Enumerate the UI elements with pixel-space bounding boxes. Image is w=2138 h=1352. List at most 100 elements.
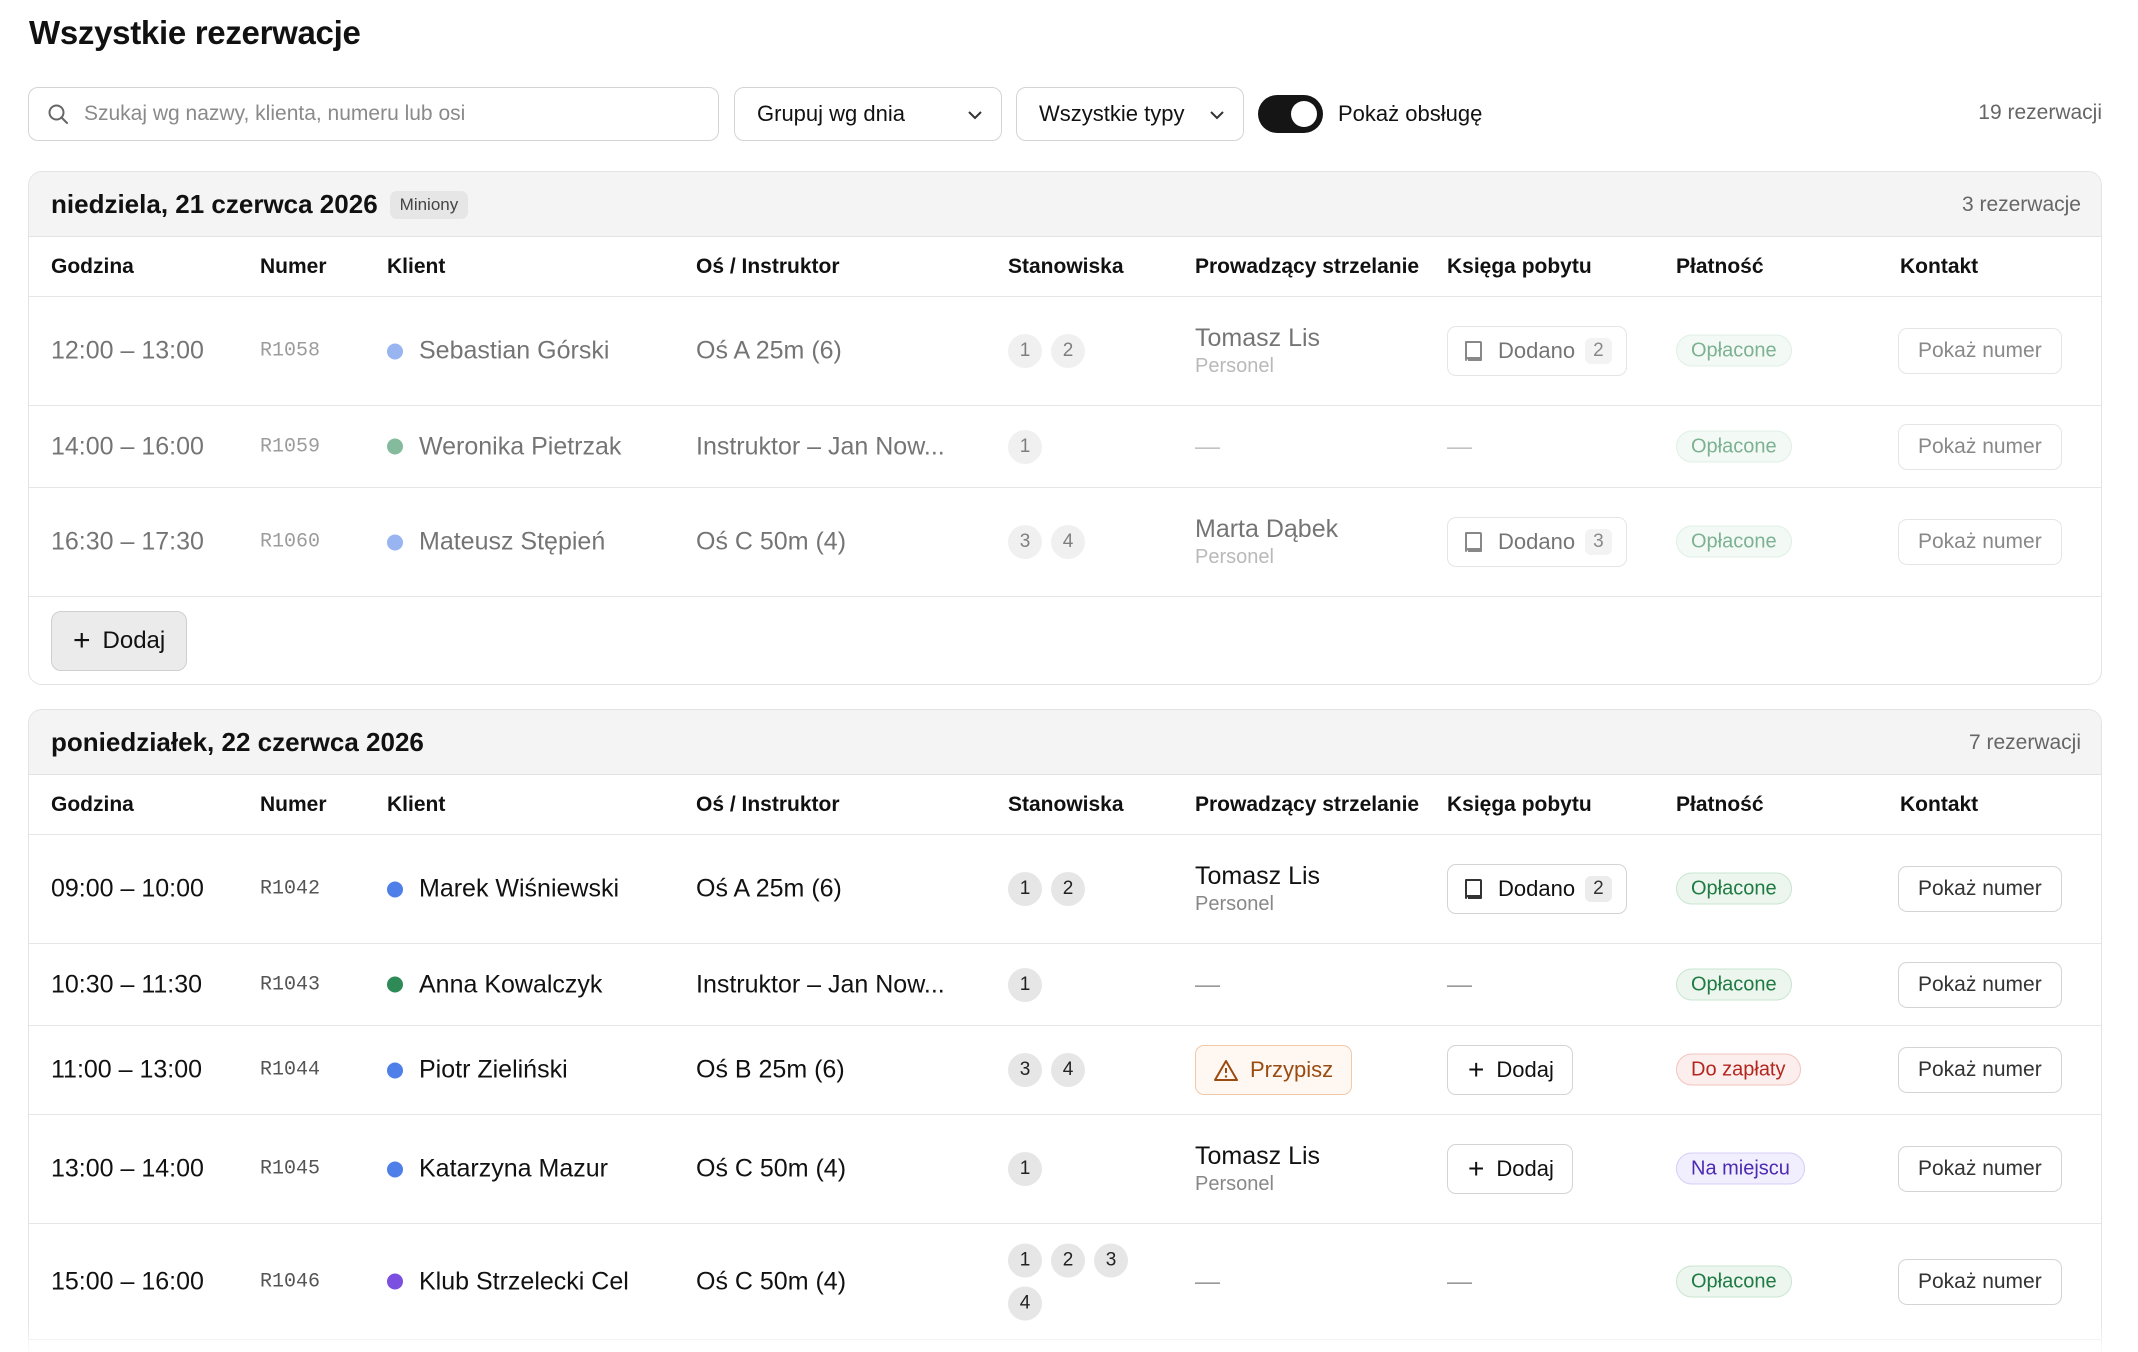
reservation-number: R1045 [260, 1157, 321, 1181]
time-cell: 14:00 – 16:00 [51, 432, 204, 461]
group-by-select[interactable]: Grupuj wg dnia [734, 87, 1002, 141]
show-number-button[interactable]: Pokaż numer [1898, 1047, 2062, 1093]
toggle-knob [1291, 101, 1317, 127]
log-add-button[interactable]: + Dodaj [1447, 1045, 1573, 1095]
column-header-time: Godzina [51, 255, 134, 278]
officer-role: Personel [1195, 355, 1274, 377]
client-name-wrap[interactable]: Marek Wiśniewski [387, 875, 619, 904]
log-add-button[interactable]: + Dodaj [1447, 1144, 1573, 1194]
book-icon [1465, 532, 1482, 552]
show-number-button[interactable]: Pokaż numer [1898, 328, 2062, 374]
lane-cell: Oś B 25m (6) [696, 1056, 845, 1085]
station-pill: 1 [1008, 1152, 1042, 1186]
table-row[interactable]: 12:00 – 13:00 R1058 Sebastian Górski Oś A 2… [29, 297, 2101, 406]
payment-badge: Na miejscu [1676, 1152, 1805, 1185]
client-name-wrap[interactable]: Katarzyna Mazur [387, 1155, 608, 1184]
chevron-down-icon [968, 111, 982, 120]
column-header-officer: Prowadzący strzelanie [1195, 255, 1420, 278]
column-header-log: Księga pobytu [1447, 255, 1592, 278]
log-added-button[interactable]: Dodano 2 [1447, 326, 1627, 376]
table-row[interactable]: 09:00 – 10:00 R1042 Marek Wiśniewski Oś A 2… [29, 835, 2101, 944]
stations-cell: 34 [1008, 525, 1148, 559]
contact-cell: Pokaż numer [1898, 423, 2062, 470]
log-count: 3 [1585, 529, 1612, 555]
number-cell: R1044 [260, 1059, 320, 1082]
client-name: Mateusz Stępień [419, 527, 606, 556]
show-number-button[interactable]: Pokaż numer [1898, 423, 2062, 470]
plus-icon: + [1468, 1153, 1485, 1184]
contact-cell: Pokaż numer [1898, 519, 2062, 565]
type-filter-value: Wszystkie typy [1039, 101, 1185, 126]
table-row[interactable]: 14:00 – 16:00 R1059 Weronika Pietrzak Instr… [29, 406, 2101, 488]
table-row[interactable]: 10:30 – 11:30 R1043 Anna Kowalczyk Instrukt… [29, 944, 2101, 1026]
reservation-number: R1058 [260, 339, 321, 363]
client-name-wrap[interactable]: Klub Strzelecki Cel [387, 1267, 629, 1296]
log-added-button[interactable]: Dodano 2 [1447, 864, 1627, 914]
lane-name: Oś A 25m (6) [696, 874, 842, 903]
officer-cell: — [1195, 1267, 1220, 1296]
client-name-wrap[interactable]: Weronika Pietrzak [387, 432, 621, 461]
stations-cell: 1 [1008, 967, 1148, 1002]
station-list: 12 [1008, 334, 1148, 368]
table-header: Godzina Numer Klient Oś / Instruktor Stanowi… [29, 237, 2101, 297]
log-cell: Dodano 3 [1447, 517, 1627, 567]
log-added-button[interactable]: Dodano 3 [1447, 517, 1627, 567]
contact-cell: Pokaż numer [1898, 1047, 2062, 1093]
day-group: poniedziałek, 22 czerwca 2026 7 rezerwac… [28, 709, 2102, 1352]
toolbar: Grupuj wg dnia Wszystkie typy Pokaż obsł… [28, 87, 2102, 142]
client-name-wrap[interactable]: Piotr Zieliński [387, 1056, 568, 1085]
client-name-wrap[interactable]: Sebastian Górski [387, 337, 609, 366]
client-type-dot [387, 976, 403, 993]
table-row[interactable]: 11:00 – 13:00 R1044 Piotr Zieliński Oś B 25… [29, 1026, 2101, 1115]
officer-role: Personel [1195, 1173, 1274, 1195]
number-cell: R1060 [260, 531, 320, 554]
log-added-label: Dodano [1498, 529, 1576, 554]
show-number-button[interactable]: Pokaż numer [1898, 1258, 2062, 1305]
show-number-button[interactable]: Pokaż numer [1898, 961, 2062, 1008]
table-header: Godzina Numer Klient Oś / Instruktor Stanowi… [29, 775, 2101, 835]
table-row[interactable]: 13:00 – 14:00 R1045 Katarzyna Mazur Oś C 50… [29, 1115, 2101, 1224]
officer-info: Tomasz Lis Personel [1195, 862, 1320, 916]
stations-cell: 12 [1008, 872, 1148, 906]
book-icon [1465, 341, 1482, 361]
show-service-toggle[interactable] [1258, 95, 1323, 133]
show-service-label: Pokaż obsługę [1338, 101, 1483, 126]
column-header-officer: Prowadzący strzelanie [1195, 793, 1420, 816]
book-icon [1465, 879, 1482, 899]
type-filter-select[interactable]: Wszystkie typy [1016, 87, 1244, 141]
day-group-header: niedziela, 21 czerwca 2026 Miniony 3 reze… [29, 172, 2101, 237]
day-group-date-text: poniedziałek, 22 czerwca 2026 [51, 727, 424, 757]
show-number-button[interactable]: Pokaż numer [1898, 1146, 2062, 1192]
column-header-lane: Oś / Instruktor [696, 793, 840, 816]
search-box[interactable] [28, 87, 719, 141]
column-header-stations: Stanowiska [1008, 255, 1124, 278]
contact-cell: Pokaż numer [1898, 1258, 2062, 1305]
day-group-date: poniedziałek, 22 czerwca 2026 [51, 727, 424, 758]
log-added-label: Dodano [1498, 876, 1576, 901]
station-list: 1 [1008, 1152, 1148, 1186]
station-pill: 4 [1008, 1286, 1042, 1320]
lane-name: Oś A 25m (6) [696, 336, 842, 365]
lane-cell: Oś C 50m (4) [696, 528, 846, 557]
contact-cell: Pokaż numer [1898, 866, 2062, 912]
reservation-time: 09:00 – 10:00 [51, 874, 204, 903]
reservation-number: R1044 [260, 1058, 321, 1082]
stations-cell: 12 [1008, 334, 1148, 368]
lane-cell: Instruktor – Jan Now... [696, 970, 945, 999]
empty-dash: — [1447, 970, 1472, 998]
client-name-wrap[interactable]: Mateusz Stępień [387, 528, 605, 557]
column-header-contact: Kontakt [1900, 793, 1979, 816]
show-number-button[interactable]: Pokaż numer [1898, 866, 2062, 912]
search-input[interactable] [84, 102, 684, 126]
time-cell: 13:00 – 14:00 [51, 1155, 204, 1184]
add-reservation-button[interactable]: + Dodaj [51, 611, 188, 671]
time-cell: 09:00 – 10:00 [51, 875, 204, 904]
show-number-button[interactable]: Pokaż numer [1898, 519, 2062, 565]
payment-badge: Opłacone [1676, 525, 1792, 558]
assign-officer-button[interactable]: Przypisz [1195, 1045, 1353, 1095]
day-group-date-text: niedziela, 21 czerwca 2026 [51, 189, 378, 219]
table-row[interactable]: 16:30 – 17:30 R1060 Mateusz Stępień Oś C 50… [29, 488, 2101, 597]
officer-role: Personel [1195, 546, 1274, 568]
client-name-wrap[interactable]: Anna Kowalczyk [387, 970, 602, 999]
station-list: 12 [1008, 872, 1148, 906]
